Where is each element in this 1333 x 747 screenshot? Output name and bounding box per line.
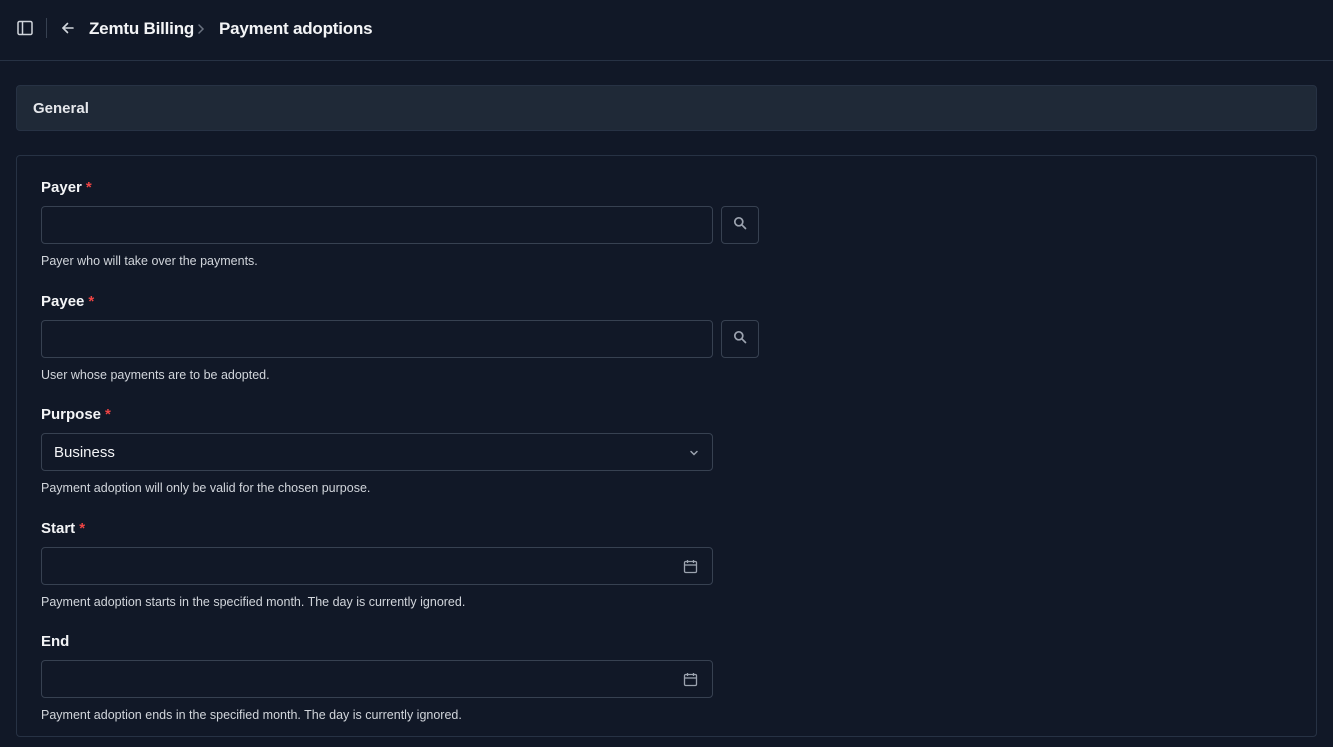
top-bar: Zemtu Billing Payment adoptions	[0, 0, 1333, 61]
purpose-label-text: Purpose	[41, 406, 102, 423]
purpose-help-text: Payment adoption will only be valid for …	[41, 481, 371, 495]
search-icon	[733, 330, 747, 349]
payee-label-text: Payee	[41, 293, 85, 310]
start-help-text: Payment adoption starts in the specified…	[41, 595, 466, 609]
payer-input[interactable]	[41, 206, 713, 244]
section-header-general[interactable]: General	[16, 85, 1317, 131]
payee-help-text: User whose payments are to be adopted.	[41, 368, 270, 382]
required-mark: *	[79, 520, 86, 537]
search-icon	[733, 216, 747, 235]
header-divider	[46, 18, 47, 38]
start-label-text: Start	[41, 520, 76, 537]
end-label: End	[41, 633, 69, 650]
end-help-text: Payment adoption ends in the specified m…	[41, 708, 462, 722]
required-mark: *	[88, 293, 95, 310]
payee-label: Payee *	[41, 293, 94, 310]
sidebar-toggle-icon[interactable]	[16, 19, 34, 37]
payer-label-text: Payer	[41, 179, 82, 196]
payee-input[interactable]	[41, 320, 713, 358]
payer-lookup-button[interactable]	[721, 206, 759, 244]
page-title: Payment adoptions	[219, 19, 373, 38]
required-mark: *	[85, 179, 92, 196]
start-label: Start *	[41, 520, 85, 537]
end-date-input[interactable]	[41, 660, 713, 698]
payer-help-text: Payer who will take over the payments.	[41, 254, 258, 268]
calendar-icon[interactable]	[683, 672, 698, 687]
start-date-input[interactable]	[41, 547, 713, 585]
calendar-icon[interactable]	[683, 559, 698, 574]
end-label-text: End	[41, 633, 70, 650]
section-title: General	[33, 99, 89, 117]
purpose-selected-value: Business	[54, 443, 115, 461]
purpose-select[interactable]: Business	[41, 433, 713, 471]
chevron-right-icon	[195, 22, 207, 36]
arrow-left-icon[interactable]	[59, 19, 77, 37]
payer-label: Payer *	[41, 179, 92, 196]
required-mark: *	[105, 406, 111, 423]
payee-lookup-button[interactable]	[721, 320, 759, 358]
purpose-label: Purpose *	[41, 406, 111, 423]
chevron-down-icon	[688, 446, 700, 458]
breadcrumb-root-link[interactable]: Zemtu Billing	[89, 19, 194, 39]
